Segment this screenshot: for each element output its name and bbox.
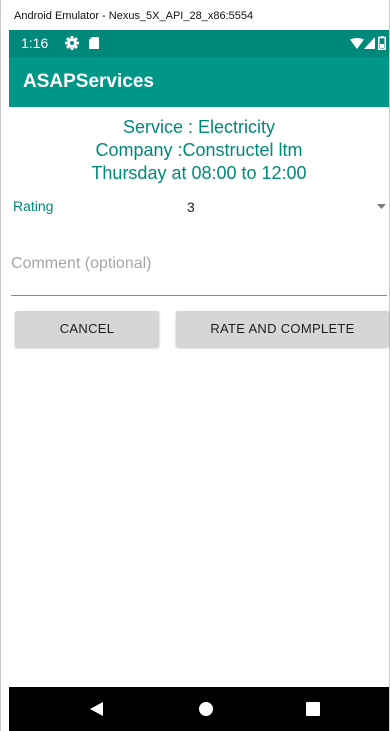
cancel-button[interactable]: CANCEL [15,311,159,347]
status-time: 1:16 [21,35,49,51]
service-name: Service : Electricity [122,117,276,137]
signal-icon [364,37,375,49]
window-title: Android Emulator - Nexus_5X_API_28_x86:5… [1,0,389,30]
wifi-icon [350,38,364,49]
company-name: Company :Constructel ltm [95,140,303,160]
battery-icon [378,36,386,50]
comment-field [11,228,387,296]
app-bar: ASAPServices [9,57,389,107]
system-nav-bar [9,687,389,731]
rating-dropdown[interactable]: 3 [179,191,389,221]
emulator-window: Android Emulator - Nexus_5X_API_28_x86:5… [0,0,390,731]
rate-service-screen: Service : Electricity Company :Construct… [9,107,389,687]
rate-and-complete-button[interactable]: RATE AND COMPLETE [176,311,389,347]
recents-icon[interactable] [306,702,320,716]
comment-input[interactable] [11,228,385,294]
back-icon[interactable] [90,702,103,716]
gear-icon [65,36,79,50]
dropdown-triangle-icon [377,204,386,209]
sdcard-icon [89,37,99,49]
app-title: ASAPServices [23,71,154,92]
appointment-time: Thursday at 08:00 to 12:00 [91,163,307,183]
rating-selected-value: 3 [187,199,195,215]
rating-label: Rating [13,198,54,214]
home-icon[interactable] [199,702,213,716]
status-bar: 1:16 [9,30,389,57]
